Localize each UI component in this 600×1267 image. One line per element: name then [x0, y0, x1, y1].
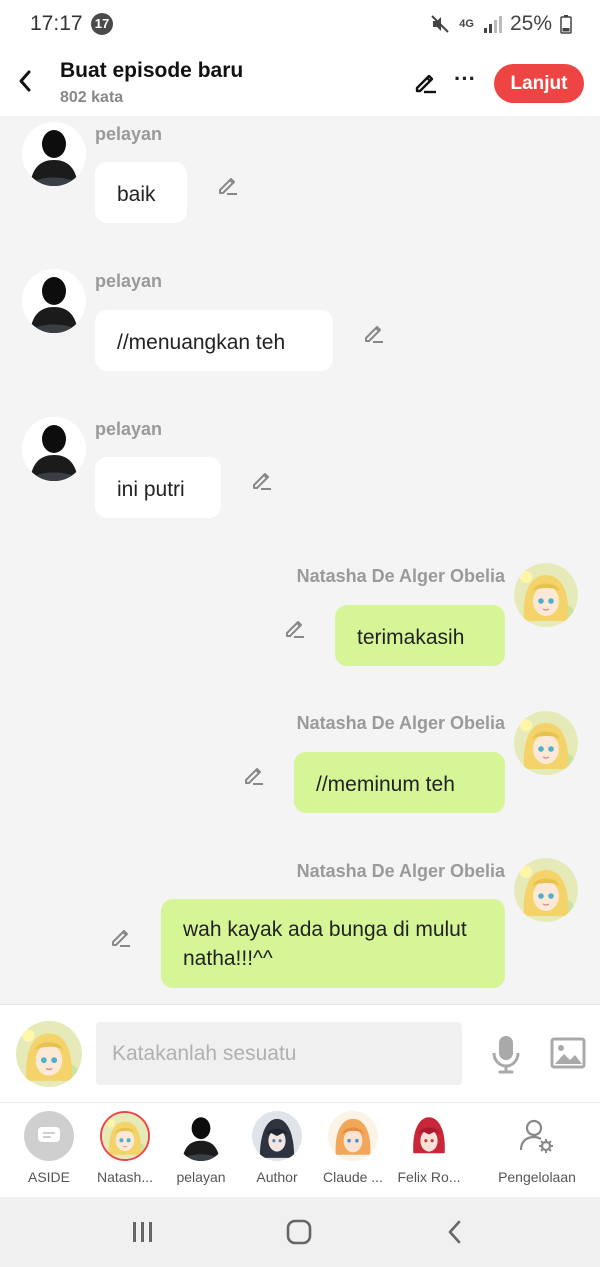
character-pelayan[interactable]: pelayan — [161, 1111, 241, 1185]
message-bubble[interactable]: baik — [95, 162, 187, 223]
aside-icon — [24, 1111, 74, 1161]
home-icon[interactable] — [284, 1217, 314, 1247]
character-label: Author — [256, 1169, 298, 1185]
avatar-natasha[interactable] — [514, 563, 578, 627]
message-bubble[interactable]: wah kayak ada bunga di mulut natha!!!^^ — [161, 899, 505, 988]
status-bar: 17:17 17 4G 25% — [0, 0, 600, 50]
user-settings-icon — [512, 1111, 562, 1161]
character-aside[interactable]: ASIDE — [9, 1111, 89, 1185]
character-label: Pengelolaan — [498, 1169, 576, 1185]
message-bubble[interactable]: ini putri — [95, 457, 221, 518]
battery-percent: 25% — [509, 12, 552, 35]
image-icon[interactable] — [549, 1035, 587, 1071]
compose-bar — [0, 1004, 600, 1102]
edit-message-icon[interactable] — [361, 319, 387, 345]
character-natasha[interactable]: Natash... — [85, 1111, 165, 1185]
character-label: Natash... — [96, 1169, 154, 1185]
sender-name: Natasha De Alger Obelia — [296, 566, 505, 586]
character-label: Claude ... — [323, 1169, 383, 1185]
system-nav-bar — [0, 1197, 600, 1267]
next-button[interactable]: Lanjut — [494, 64, 584, 103]
character-avatar — [404, 1111, 454, 1161]
character-avatar — [100, 1111, 150, 1161]
edit-message-icon[interactable] — [108, 923, 134, 949]
character-label: pelayan — [176, 1169, 226, 1185]
message-input[interactable] — [96, 1022, 462, 1085]
sender-name: pelayan — [95, 124, 163, 144]
back-arrow-icon[interactable] — [12, 66, 38, 96]
sender-name: Natasha De Alger Obelia — [296, 861, 505, 881]
notification-count-badge: 17 — [91, 13, 113, 35]
avatar-pelayan[interactable] — [22, 122, 86, 186]
character-selector-bar: ASIDE Natash... pelayan Author Claude ..… — [0, 1102, 600, 1197]
edit-pencil-icon[interactable] — [413, 69, 439, 95]
edit-message-icon[interactable] — [241, 761, 267, 787]
message-bubble[interactable]: //menuangkan teh — [95, 310, 333, 371]
microphone-icon[interactable] — [488, 1033, 524, 1075]
status-time: 17:17 — [30, 12, 83, 35]
message-bubble[interactable]: terimakasih — [335, 605, 505, 666]
edit-message-icon[interactable] — [249, 466, 275, 492]
avatar-pelayan[interactable] — [22, 417, 86, 481]
more-options-icon[interactable]: ··· — [453, 64, 477, 94]
recent-apps-icon[interactable] — [128, 1217, 158, 1247]
edit-message-icon[interactable] — [215, 171, 241, 197]
selected-character-avatar[interactable] — [16, 1021, 82, 1087]
sender-name: pelayan — [95, 419, 163, 439]
back-nav-icon[interactable] — [440, 1217, 470, 1247]
character-claude[interactable]: Claude ... — [313, 1111, 393, 1185]
character-author[interactable]: Author — [237, 1111, 317, 1185]
mute-icon — [431, 15, 449, 33]
sender-name: Natasha De Alger Obelia — [296, 713, 505, 733]
sender-name: pelayan — [95, 271, 163, 291]
word-count: 802 kata — [60, 89, 124, 106]
character-avatar — [176, 1111, 226, 1161]
page-title: Buat episode baru — [60, 59, 244, 82]
character-label: ASIDE — [27, 1169, 70, 1185]
manage-characters[interactable]: Pengelolaan — [492, 1111, 582, 1185]
avatar-pelayan[interactable] — [22, 269, 86, 333]
signal-icon — [483, 16, 502, 33]
message-bubble[interactable]: //meminum teh — [294, 752, 505, 813]
character-avatar — [252, 1111, 302, 1161]
app-header: Buat episode baru 802 kata ··· Lanjut — [0, 50, 600, 116]
avatar-natasha[interactable] — [514, 858, 578, 922]
character-avatar — [328, 1111, 378, 1161]
character-label: Felix Ro... — [397, 1169, 461, 1185]
battery-icon — [560, 15, 572, 34]
avatar-natasha[interactable] — [514, 711, 578, 775]
character-felix[interactable]: Felix Ro... — [389, 1111, 469, 1185]
status-icons: 4G 25% — [429, 12, 572, 36]
edit-message-icon[interactable] — [282, 614, 308, 640]
network-label: 4G — [459, 17, 474, 30]
